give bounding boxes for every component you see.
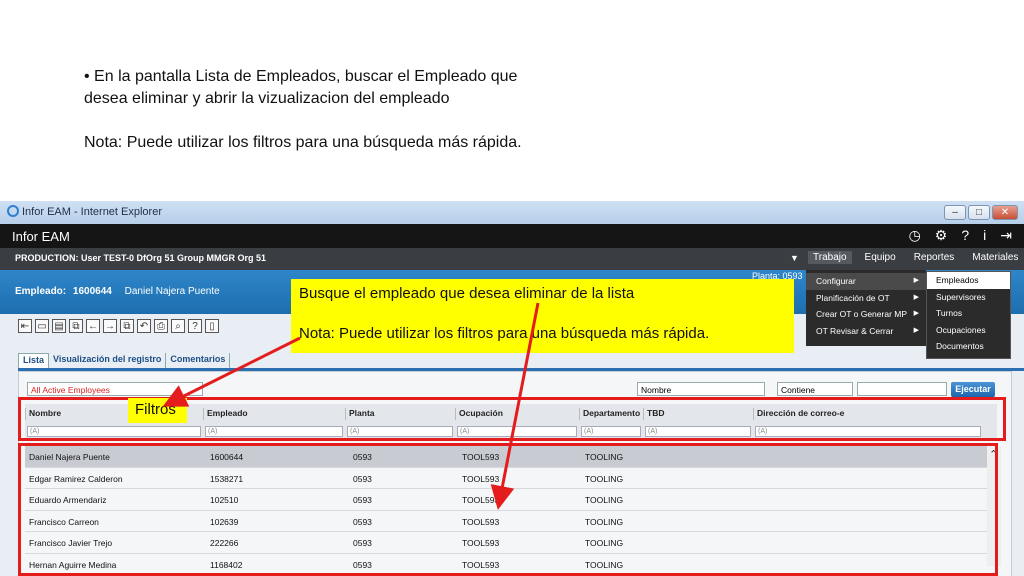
submenu-item-turnos[interactable]: Turnos bbox=[927, 305, 1010, 322]
submenu-arrow-icon: ▶ bbox=[913, 326, 919, 334]
configurar-submenu: Empleados Supervisores Turnos Ocupacione… bbox=[926, 271, 1011, 359]
employee-label: Empleado: bbox=[15, 286, 67, 297]
copy-icon[interactable]: ⧉ bbox=[69, 319, 83, 333]
instruction-note: Nota: Puede utilizar los filtros para un… bbox=[84, 134, 522, 151]
menu-item-planificacion[interactable]: Planificación de OT ▶ bbox=[806, 290, 926, 307]
tab-lista[interactable]: Lista bbox=[18, 353, 50, 368]
info-icon[interactable]: i bbox=[983, 227, 986, 244]
gear-icon[interactable]: ⚙ bbox=[935, 227, 948, 244]
help-button-icon[interactable]: ? bbox=[188, 319, 202, 333]
menu-materiales[interactable]: Materiales bbox=[967, 251, 1023, 264]
menu-item-label: Configurar bbox=[816, 276, 856, 286]
record-toolbar: ⇤ ▭ ▤ ⧉ ← → ⧉ ↶ ⎙ ⌕ ? ▯ bbox=[18, 319, 219, 333]
menu-item-crear-ot[interactable]: Crear OT o Generar MP ▶ bbox=[806, 306, 926, 323]
next-icon[interactable]: → bbox=[103, 319, 117, 333]
filter-row: All Active Employees Nombre Contiene bbox=[19, 380, 1009, 398]
help-icon[interactable]: ? bbox=[961, 227, 969, 244]
filter-field-select[interactable]: Nombre bbox=[637, 382, 765, 396]
employee-code: 1600644 bbox=[72, 286, 112, 297]
window-titlebar: Infor EAM - Internet Explorer – □ ✕ bbox=[0, 201, 1024, 225]
submenu-item-documentos[interactable]: Documentos bbox=[927, 338, 1010, 355]
submenu-item-ocupaciones[interactable]: Ocupaciones bbox=[927, 322, 1010, 339]
logout-icon[interactable]: ⇥ bbox=[1000, 227, 1012, 244]
duplicate-icon[interactable]: ⧉ bbox=[120, 319, 134, 333]
window-title: Infor EAM - Internet Explorer bbox=[22, 206, 162, 218]
callout-line-2: Nota: Puede utilizar los filtros para un… bbox=[299, 325, 710, 342]
submenu-arrow-icon: ▶ bbox=[913, 277, 919, 284]
dataspy-select[interactable]: All Active Employees bbox=[27, 382, 203, 396]
employee-summary: Empleado: 1600644 Daniel Najera Puente bbox=[15, 286, 220, 297]
filter-operator-select[interactable]: Contiene bbox=[777, 382, 853, 396]
previous-icon[interactable]: ← bbox=[86, 319, 100, 333]
filter-value-input[interactable] bbox=[857, 382, 947, 396]
tab-comentarios[interactable]: Comentarios bbox=[166, 353, 231, 368]
menu-item-label: Crear OT o Generar MP bbox=[816, 309, 908, 319]
save-icon[interactable]: ▭ bbox=[35, 319, 49, 333]
menu-item-label: OT Revisar & Cerrar bbox=[816, 325, 894, 336]
instruction-bullet: • En la pantalla Lista de Empleados, bus… bbox=[84, 68, 518, 107]
menu-reportes[interactable]: Reportes bbox=[909, 251, 960, 264]
app-header: Infor EAM ◷ ⚙ ? i ⇥ bbox=[0, 224, 1024, 248]
maximize-button[interactable]: □ bbox=[968, 205, 990, 220]
submenu-item-empleados[interactable]: Empleados bbox=[927, 272, 1010, 289]
context-info: PRODUCTION: User TEST-0 DfOrg 51 Group M… bbox=[15, 253, 267, 263]
employee-name: Daniel Najera Puente bbox=[124, 286, 220, 297]
undo-icon[interactable]: ↶ bbox=[137, 319, 151, 333]
menu-trabajo[interactable]: Trabajo bbox=[808, 251, 852, 264]
submenu-item-supervisores[interactable]: Supervisores bbox=[927, 289, 1010, 306]
menu-item-revisar[interactable]: OT Revisar & Cerrar ▶ bbox=[806, 323, 926, 340]
minimize-button[interactable]: – bbox=[944, 205, 966, 220]
menu-item-label: Planificación de OT bbox=[816, 292, 890, 303]
new-record-icon[interactable]: ▤ bbox=[52, 319, 66, 333]
print-icon[interactable]: ⎙ bbox=[154, 319, 168, 333]
instruction-callout: Busque el empleado que desea eliminar de… bbox=[291, 279, 794, 353]
menu-equipo[interactable]: Equipo bbox=[860, 251, 901, 264]
execute-button[interactable]: Ejecutar bbox=[951, 382, 995, 397]
search-icon[interactable]: ⌕ bbox=[171, 319, 185, 333]
app-brand: Infor EAM bbox=[12, 229, 70, 244]
submenu-arrow-icon: ▶ bbox=[913, 310, 919, 317]
clock-icon[interactable]: ◷ bbox=[909, 227, 921, 244]
record-tabs: Lista Visualización del registro Comenta… bbox=[18, 353, 1024, 371]
submenu-arrow-icon: ▶ bbox=[913, 293, 919, 301]
menu-item-configurar[interactable]: Configurar ▶ bbox=[806, 273, 926, 290]
menu-dropdown-icon[interactable]: ▼ bbox=[790, 253, 799, 263]
slide-instructions: • En la pantalla Lista de Empleados, bus… bbox=[84, 66, 564, 154]
callout-line-1: Busque el empleado que desea eliminar de… bbox=[299, 285, 635, 302]
book-icon[interactable]: ▯ bbox=[205, 319, 219, 333]
filtros-callout: Filtros bbox=[128, 398, 187, 423]
close-button[interactable]: ✕ bbox=[992, 205, 1018, 220]
first-record-icon[interactable]: ⇤ bbox=[18, 319, 32, 333]
list-highlight-box bbox=[18, 443, 998, 576]
trabajo-dropdown-menu: Configurar ▶ Planificación de OT ▶ Crear O… bbox=[806, 270, 926, 346]
tab-visualizacion[interactable]: Visualización del registro bbox=[49, 353, 167, 368]
ie-icon bbox=[7, 205, 19, 217]
context-bar: PRODUCTION: User TEST-0 DfOrg 51 Group M… bbox=[0, 248, 1024, 270]
